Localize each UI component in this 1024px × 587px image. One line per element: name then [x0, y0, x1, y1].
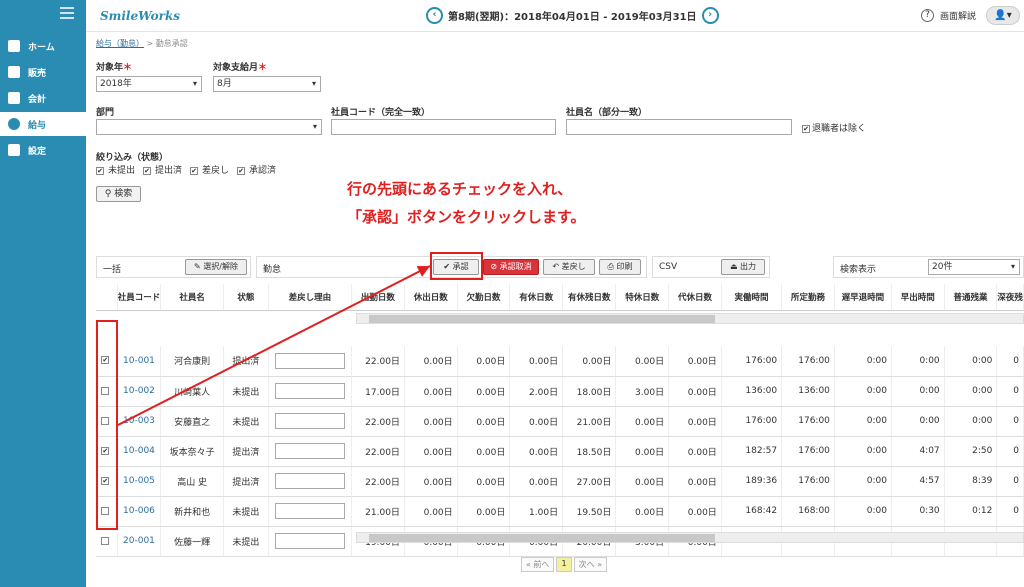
prev-page-button[interactable]: « 前へ — [521, 557, 555, 572]
current-page[interactable]: 1 — [556, 557, 572, 572]
annotation-arrow — [117, 265, 431, 426]
pagination: « 前へ 1 次へ » — [521, 557, 609, 572]
next-page-button[interactable]: 次へ » — [573, 557, 607, 572]
